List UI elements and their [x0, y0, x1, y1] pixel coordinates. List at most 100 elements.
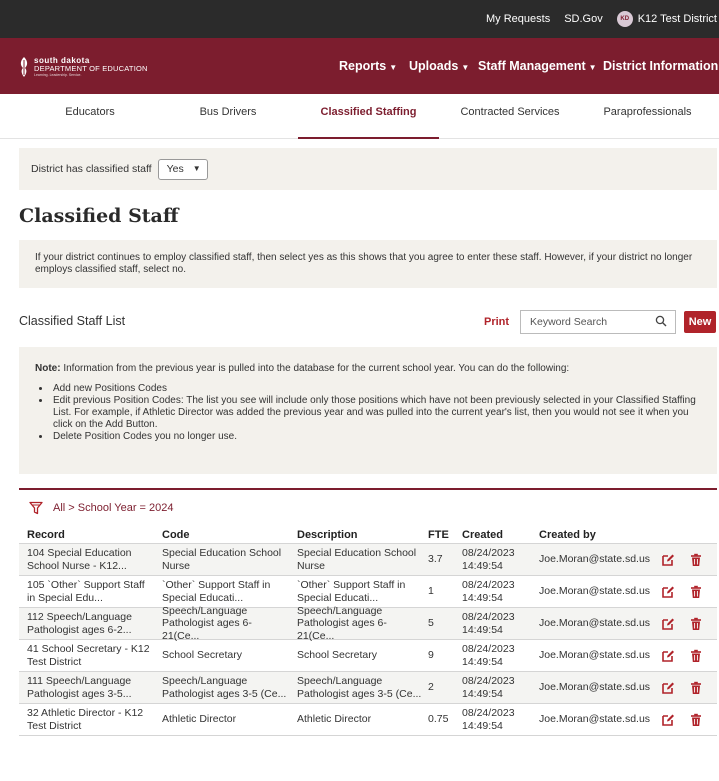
cell-created-by: Joe.Moran@state.sd.us	[539, 553, 651, 566]
delete-icon[interactable]	[689, 681, 703, 695]
tab-bus-drivers[interactable]: Bus Drivers	[178, 94, 278, 139]
cell-created: 08/24/2023 14:49:54	[462, 707, 515, 732]
tab-contracted-services[interactable]: Contracted Services	[450, 94, 570, 139]
tab-paraprofessionals[interactable]: Paraprofessionals	[590, 94, 705, 139]
nav-reports-label: Reports	[339, 59, 387, 73]
table-row[interactable]: 105 `Other` Support Staff in Special Edu…	[19, 576, 717, 608]
new-button[interactable]: New	[684, 311, 716, 333]
cell-fte: 2	[428, 681, 434, 694]
col-fte[interactable]: FTE	[424, 529, 454, 541]
classified-staff-table: All > School Year = 2024 Record Code Des…	[19, 488, 717, 736]
cell-fte: 5	[428, 617, 434, 630]
cell-record[interactable]: 105 `Other` Support Staff in Special Edu…	[19, 579, 154, 604]
table-row[interactable]: 112 Speech/Language Pathologist ages 6-2…	[19, 604, 717, 642]
cell-description: Speech/Language Pathologist ages 3-5 (Ce…	[297, 675, 422, 700]
print-link[interactable]: Print	[484, 316, 509, 328]
note-panel: Note: Information from the previous year…	[19, 347, 717, 474]
cell-record[interactable]: 112 Speech/Language Pathologist ages 6-2…	[19, 611, 154, 636]
edit-icon[interactable]	[661, 585, 675, 599]
sub-tabs: Educators Bus Drivers Classified Staffin…	[0, 94, 719, 139]
filter-icon[interactable]	[29, 501, 43, 515]
row-actions	[655, 681, 717, 695]
note-item: Delete Position Codes you no longer use.	[51, 431, 701, 443]
user-menu[interactable]: KD K12 Test District	[616, 11, 717, 27]
cell-created: 08/24/2023 14:49:54	[462, 643, 515, 668]
cell-fte: 1	[428, 585, 434, 598]
edit-icon[interactable]	[661, 649, 675, 663]
intro-panel: If your district continues to employ cla…	[19, 240, 717, 288]
utility-bar: My Requests SD.Gov KD K12 Test District	[0, 0, 719, 38]
district-classified-panel: District has classified staff Yes ▼	[19, 148, 717, 190]
table-row[interactable]: 41 School Secretary - K12 Test District S…	[19, 640, 717, 672]
sd-doe-logo[interactable]: south dakota DEPARTMENT OF EDUCATION Lea…	[18, 54, 158, 80]
nav-uploads[interactable]: Uploads ▼	[409, 59, 469, 73]
row-actions	[655, 649, 717, 663]
logo-line-2: DEPARTMENT OF EDUCATION	[34, 64, 148, 73]
district-classified-label: District has classified staff	[31, 163, 152, 175]
nav-reports[interactable]: Reports ▼	[339, 59, 397, 73]
cell-fte: 3.7	[428, 553, 443, 566]
avatar: KD	[616, 11, 633, 27]
table-row[interactable]: 32 Athletic Director - K12 Test District…	[19, 704, 717, 736]
delete-icon[interactable]	[689, 617, 703, 631]
delete-icon[interactable]	[689, 585, 703, 599]
col-created[interactable]: Created	[454, 529, 531, 541]
cell-description: School Secretary	[297, 649, 377, 662]
cell-code: Speech/Language Pathologist ages 6-21(Ce…	[162, 604, 252, 642]
col-record[interactable]: Record	[19, 529, 154, 541]
note-list: Add new Positions Codes Edit previous Po…	[51, 383, 701, 443]
table-row[interactable]: 111 Speech/Language Pathologist ages 3-5…	[19, 672, 717, 704]
edit-icon[interactable]	[661, 553, 675, 567]
row-actions	[655, 585, 717, 599]
list-title: Classified Staff List	[19, 314, 126, 328]
my-requests-link[interactable]: My Requests	[486, 13, 550, 25]
delete-icon[interactable]	[689, 553, 703, 567]
cell-fte: 0.75	[428, 713, 449, 726]
tab-educators[interactable]: Educators	[40, 94, 140, 139]
table-body: 104 Special Education School Nurse - K12…	[19, 544, 717, 736]
edit-icon[interactable]	[661, 681, 675, 695]
caret-down-icon: ▼	[389, 63, 398, 72]
delete-icon[interactable]	[689, 649, 703, 663]
logo-tagline: Learning. Leadership. Service.	[34, 72, 82, 77]
edit-icon[interactable]	[661, 713, 675, 727]
main-navigation: south dakota DEPARTMENT OF EDUCATION Lea…	[0, 38, 719, 94]
intro-text: If your district continues to employ cla…	[35, 252, 693, 275]
row-actions	[655, 617, 717, 631]
cell-code: School Secretary	[162, 649, 242, 662]
cell-record[interactable]: 41 School Secretary - K12 Test District	[19, 643, 154, 668]
cell-created-by: Joe.Moran@state.sd.us	[539, 681, 651, 694]
cell-created: 08/24/2023 14:49:54	[462, 611, 515, 636]
nav-staff-management[interactable]: Staff Management ▼	[478, 59, 597, 73]
table-row[interactable]: 104 Special Education School Nurse - K12…	[19, 544, 717, 576]
note-item: Edit previous Position Codes: The list y…	[51, 395, 701, 431]
cell-created-by: Joe.Moran@state.sd.us	[539, 713, 651, 726]
cell-fte: 9	[428, 649, 434, 662]
sd-gov-link[interactable]: SD.Gov	[564, 13, 603, 25]
col-code[interactable]: Code	[154, 529, 289, 541]
nav-staff-management-label: Staff Management	[478, 59, 586, 73]
note-text: Information from the previous year is pu…	[60, 363, 570, 374]
col-created-by[interactable]: Created by	[531, 529, 655, 541]
cell-record[interactable]: 111 Speech/Language Pathologist ages 3-5…	[19, 675, 154, 700]
tab-classified-staffing[interactable]: Classified Staffing	[298, 94, 439, 139]
note-item: Add new Positions Codes	[51, 383, 701, 395]
nav-district-information[interactable]: District Information▼	[603, 59, 719, 73]
keyword-search-input[interactable]: Keyword Search	[520, 310, 676, 334]
cell-created-by: Joe.Moran@state.sd.us	[539, 617, 651, 630]
chevron-down-icon: ▼	[192, 163, 201, 173]
cell-record[interactable]: 32 Athletic Director - K12 Test District	[19, 707, 154, 732]
cell-description: Special Education School Nurse	[297, 547, 417, 572]
district-classified-select[interactable]: Yes ▼	[157, 158, 208, 180]
search-icon[interactable]	[655, 315, 667, 327]
edit-icon[interactable]	[661, 617, 675, 631]
cell-record[interactable]: 104 Special Education School Nurse - K12…	[19, 547, 154, 572]
col-description[interactable]: Description	[289, 529, 424, 541]
note-lead: Note:	[35, 363, 61, 374]
filter-bar[interactable]: All > School Year = 2024	[19, 490, 717, 526]
table-header: Record Code Description FTE Created Crea…	[19, 526, 717, 544]
search-placeholder: Keyword Search	[530, 316, 608, 328]
cell-description: Athletic Director	[297, 713, 372, 726]
caret-down-icon: ▼	[461, 63, 470, 72]
delete-icon[interactable]	[689, 713, 703, 727]
